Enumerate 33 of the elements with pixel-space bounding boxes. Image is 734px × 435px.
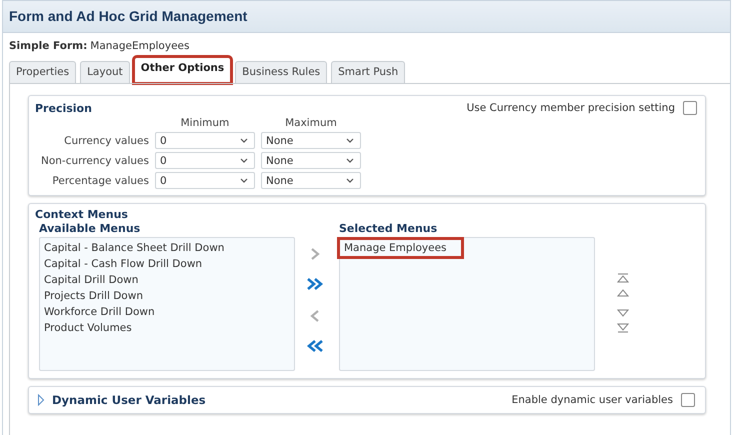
list-item[interactable]: Product Volumes <box>40 320 136 336</box>
tab[interactable]: Smart Push <box>331 61 406 83</box>
list-item[interactable]: Capital Drill Down <box>40 272 142 288</box>
form-label: Simple Form: <box>9 40 88 52</box>
list-item[interactable]: Capital - Cash Flow Drill Down <box>40 256 206 272</box>
checkbox-label: Enable dynamic user variables <box>512 394 673 406</box>
dropdown[interactable]: None <box>260 152 361 169</box>
form-name: ManageEmployees <box>90 40 190 52</box>
row-label: Currency values <box>63 134 149 146</box>
list-item[interactable]: Workforce Drill Down <box>40 304 159 320</box>
list-title: Selected Menus <box>338 221 438 237</box>
row-label: Non-currency values <box>40 154 149 166</box>
section-title: Dynamic User Variables <box>52 393 206 407</box>
list-item[interactable]: Projects Drill Down <box>40 288 147 304</box>
window-title: Form and Ad Hoc Grid Management <box>3 1 730 33</box>
section-title: Context Menus <box>35 208 129 221</box>
tab[interactable]: Other Options <box>134 57 232 83</box>
checkbox-label: Use Currency member precision setting <box>466 102 675 114</box>
tab[interactable]: Business Rules <box>235 61 328 83</box>
list-item[interactable]: Manage Employees <box>340 240 461 256</box>
dropdown[interactable]: None <box>260 172 361 189</box>
tab[interactable]: Properties <box>9 61 76 83</box>
dropdown[interactable]: 0 <box>154 172 255 189</box>
list-title: Available Menus <box>38 221 142 237</box>
dropdown[interactable]: None <box>260 132 361 149</box>
section-title: Precision <box>35 102 92 114</box>
column-header: Minimum <box>180 117 230 129</box>
row-label: Percentage values <box>51 174 149 186</box>
dropdown[interactable]: 0 <box>154 132 255 149</box>
column-header: Maximum <box>284 117 338 129</box>
dropdown[interactable]: 0 <box>154 152 255 169</box>
list-item[interactable]: Capital - Balance Sheet Drill Down <box>40 240 228 256</box>
tab[interactable]: Layout <box>80 61 130 83</box>
